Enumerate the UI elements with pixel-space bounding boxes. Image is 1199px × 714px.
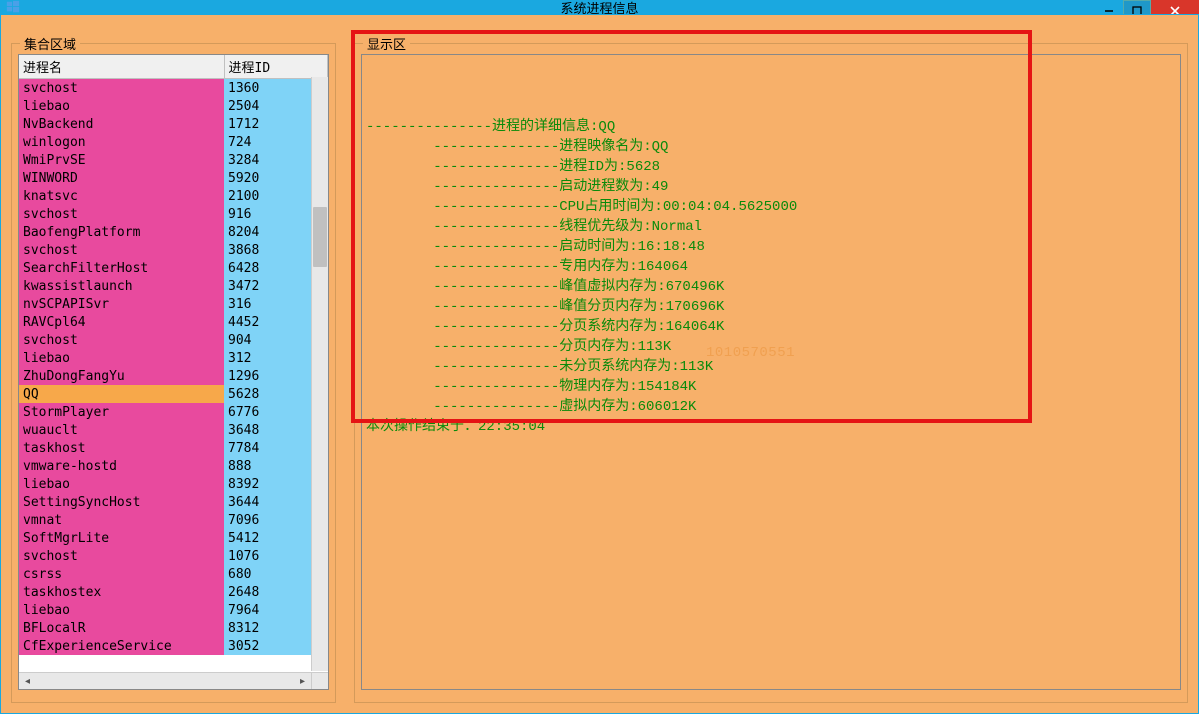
cell-process-name: knatsvc bbox=[19, 187, 224, 205]
col-header-name[interactable]: 进程名 bbox=[19, 55, 224, 79]
cell-process-name: svchost bbox=[19, 79, 224, 97]
window: 系统进程信息 集合区域 进程名 进程ID bbox=[0, 0, 1199, 714]
table-row[interactable]: svchost904 bbox=[19, 331, 328, 349]
cell-process-name: kwassistlaunch bbox=[19, 277, 224, 295]
watermark-text: 1010570551 bbox=[706, 343, 795, 363]
process-table-body[interactable]: svchost1360liebao2504NvBackend1712winlog… bbox=[19, 79, 328, 677]
display-line: ---------------峰值虚拟内存为:670496K bbox=[366, 277, 1176, 297]
cell-process-name: ZhuDongFangYu bbox=[19, 367, 224, 385]
table-row[interactable]: svchost1076 bbox=[19, 547, 328, 565]
table-row[interactable]: svchost1360 bbox=[19, 79, 328, 97]
table-row[interactable]: vmware-hostd888 bbox=[19, 457, 328, 475]
client-area: 集合区域 进程名 进程ID svchost1360liebao2504NvBac… bbox=[0, 14, 1199, 714]
scrollbar-corner bbox=[311, 672, 328, 689]
cell-process-name: svchost bbox=[19, 241, 224, 259]
cell-process-name: liebao bbox=[19, 475, 224, 493]
cell-process-name: NvBackend bbox=[19, 115, 224, 133]
cell-process-name: QQ bbox=[19, 385, 224, 403]
cell-process-name: SettingSyncHost bbox=[19, 493, 224, 511]
table-row[interactable]: liebao312 bbox=[19, 349, 328, 367]
table-row[interactable]: WINWORD5920 bbox=[19, 169, 328, 187]
vertical-scrollbar[interactable] bbox=[311, 77, 328, 671]
display-line: 本次操作结束于：22:35:04 bbox=[366, 417, 1176, 437]
cell-process-name: taskhostex bbox=[19, 583, 224, 601]
display-line: ---------------线程优先级为:Normal bbox=[366, 217, 1176, 237]
table-row[interactable]: liebao2504 bbox=[19, 97, 328, 115]
collection-group: 集合区域 进程名 进程ID svchost1360liebao2504NvBac… bbox=[11, 43, 336, 703]
table-row[interactable]: SettingSyncHost3644 bbox=[19, 493, 328, 511]
titlebar[interactable]: 系统进程信息 bbox=[0, 0, 1199, 14]
cell-process-name: csrss bbox=[19, 565, 224, 583]
scroll-left-icon[interactable]: ◂ bbox=[19, 673, 36, 690]
collection-group-label: 集合区域 bbox=[20, 34, 80, 53]
table-row[interactable]: StormPlayer6776 bbox=[19, 403, 328, 421]
table-row[interactable]: taskhost7784 bbox=[19, 439, 328, 457]
table-row[interactable]: liebao7964 bbox=[19, 601, 328, 619]
app-icon bbox=[6, 0, 20, 14]
table-row[interactable]: kwassistlaunch3472 bbox=[19, 277, 328, 295]
table-row[interactable]: taskhostex2648 bbox=[19, 583, 328, 601]
display-line: ---------------峰值分页内存为:170696K bbox=[366, 297, 1176, 317]
cell-process-name: CfExperienceService bbox=[19, 637, 224, 655]
process-table-wrap: 进程名 进程ID svchost1360liebao2504NvBackend1… bbox=[18, 54, 329, 690]
scroll-right-icon[interactable]: ▸ bbox=[294, 673, 311, 690]
cell-process-name: wuauclt bbox=[19, 421, 224, 439]
display-line: ---------------进程的详细信息:QQ bbox=[366, 117, 1176, 137]
table-row[interactable]: svchost916 bbox=[19, 205, 328, 223]
table-row[interactable]: CfExperienceService3052 bbox=[19, 637, 328, 655]
table-row[interactable]: knatsvc2100 bbox=[19, 187, 328, 205]
table-row[interactable]: NvBackend1712 bbox=[19, 115, 328, 133]
cell-process-name: vmnat bbox=[19, 511, 224, 529]
cell-process-name: svchost bbox=[19, 331, 224, 349]
display-line: ---------------启动时间为:16:18:48 bbox=[366, 237, 1176, 257]
table-row[interactable]: QQ5628 bbox=[19, 385, 328, 403]
display-line: ---------------CPU占用时间为:00:04:04.5625000 bbox=[366, 197, 1176, 217]
table-row[interactable]: csrss680 bbox=[19, 565, 328, 583]
display-group: 显示区 1010570551 ---------------进程的详细信息:QQ… bbox=[354, 43, 1188, 703]
table-row[interactable]: ZhuDongFangYu1296 bbox=[19, 367, 328, 385]
display-line: ---------------启动进程数为:49 bbox=[366, 177, 1176, 197]
cell-process-name: WmiPrvSE bbox=[19, 151, 224, 169]
table-row[interactable]: svchost3868 bbox=[19, 241, 328, 259]
cell-process-name: svchost bbox=[19, 547, 224, 565]
display-area[interactable]: 1010570551 ---------------进程的详细信息:QQ ---… bbox=[361, 54, 1181, 690]
cell-process-name: liebao bbox=[19, 601, 224, 619]
horizontal-scrollbar[interactable]: ◂ ▸ bbox=[19, 672, 311, 689]
cell-process-name: WINWORD bbox=[19, 169, 224, 187]
cell-process-name: nvSCPAPISvr bbox=[19, 295, 224, 313]
col-header-pid[interactable]: 进程ID bbox=[224, 55, 328, 79]
cell-process-name: SoftMgrLite bbox=[19, 529, 224, 547]
table-row[interactable]: liebao8392 bbox=[19, 475, 328, 493]
display-line: ---------------进程ID为:5628 bbox=[366, 157, 1176, 177]
cell-process-name: RAVCpl64 bbox=[19, 313, 224, 331]
cell-process-name: vmware-hostd bbox=[19, 457, 224, 475]
cell-process-name: BaofengPlatform bbox=[19, 223, 224, 241]
cell-process-name: winlogon bbox=[19, 133, 224, 151]
display-line: ---------------分页系统内存为:164064K bbox=[366, 317, 1176, 337]
table-row[interactable]: vmnat7096 bbox=[19, 511, 328, 529]
cell-process-name: StormPlayer bbox=[19, 403, 224, 421]
display-line: ---------------物理内存为:154184K bbox=[366, 377, 1176, 397]
table-row[interactable]: BFLocalR8312 bbox=[19, 619, 328, 637]
cell-process-name: SearchFilterHost bbox=[19, 259, 224, 277]
table-row[interactable]: WmiPrvSE3284 bbox=[19, 151, 328, 169]
table-row[interactable]: BaofengPlatform8204 bbox=[19, 223, 328, 241]
table-row[interactable]: winlogon724 bbox=[19, 133, 328, 151]
cell-process-name: BFLocalR bbox=[19, 619, 224, 637]
process-table-header: 进程名 进程ID bbox=[19, 55, 328, 79]
table-row[interactable]: SearchFilterHost6428 bbox=[19, 259, 328, 277]
table-row[interactable]: wuauclt3648 bbox=[19, 421, 328, 439]
cell-process-name: liebao bbox=[19, 97, 224, 115]
cell-process-name: svchost bbox=[19, 205, 224, 223]
display-line: ---------------虛拟内存为:606012K bbox=[366, 397, 1176, 417]
table-row[interactable]: SoftMgrLite5412 bbox=[19, 529, 328, 547]
table-row[interactable]: nvSCPAPISvr316 bbox=[19, 295, 328, 313]
display-group-label: 显示区 bbox=[363, 34, 410, 53]
table-row[interactable]: RAVCpl644452 bbox=[19, 313, 328, 331]
cell-process-name: liebao bbox=[19, 349, 224, 367]
display-line: ---------------专用内存为:164064 bbox=[366, 257, 1176, 277]
scrollbar-thumb[interactable] bbox=[313, 207, 327, 267]
display-line: ---------------进程映像名为:QQ bbox=[366, 137, 1176, 157]
cell-process-name: taskhost bbox=[19, 439, 224, 457]
